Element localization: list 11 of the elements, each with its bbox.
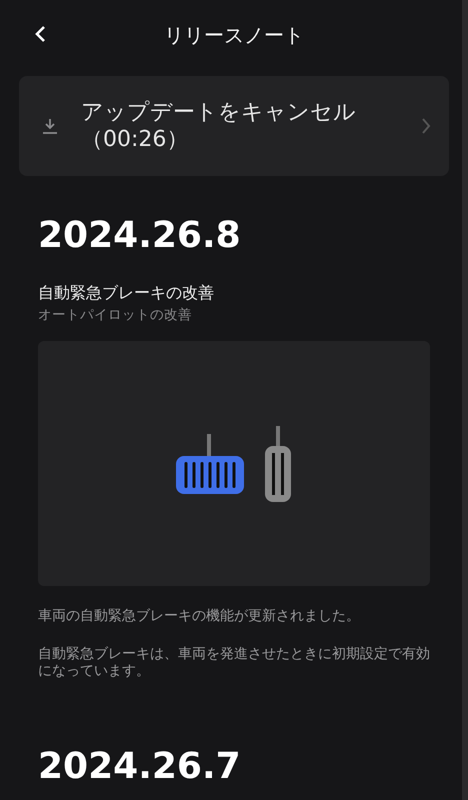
chevron-left-icon: [34, 24, 46, 44]
feature-subtitle: オートパイロットの改善: [38, 306, 193, 326]
feature-title: 自動緊急ブレーキの改善: [38, 282, 215, 304]
version-heading: 2024.26.8: [38, 214, 242, 258]
download-icon: [41, 118, 59, 134]
body-paragraph: 車両の自動緊急ブレーキの機能が更新されました。: [38, 608, 361, 626]
body-paragraph: 自動緊急ブレーキは、車両を発進させたときに初期設定で有効になっています。: [38, 646, 430, 681]
chevron-right-icon: [421, 117, 431, 135]
screen-title: リリースノート: [164, 22, 304, 49]
cancel-update-button[interactable]: アップデートをキャンセル（00:26）: [19, 76, 449, 176]
version-heading: 2024.26.7: [38, 744, 242, 788]
